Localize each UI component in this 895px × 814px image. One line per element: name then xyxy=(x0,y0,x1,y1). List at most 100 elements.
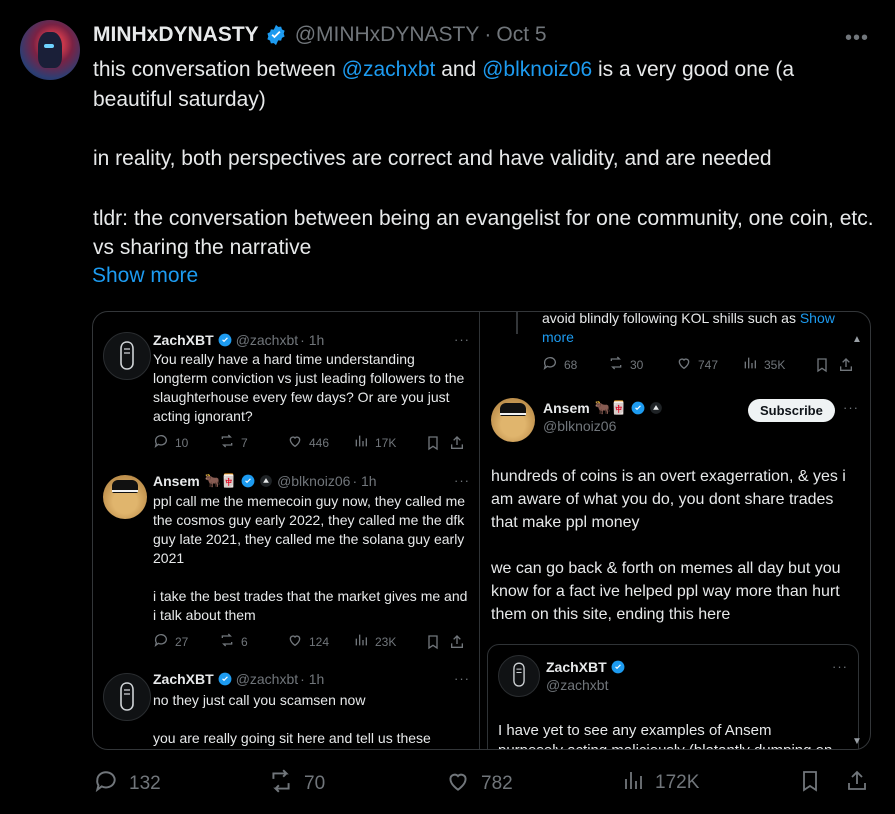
avatar-visor xyxy=(44,44,54,48)
reply-action: 68 xyxy=(542,355,608,374)
post-time: · 1h xyxy=(300,332,325,348)
more-options-icon: ··· xyxy=(832,659,848,674)
reply-count: 132 xyxy=(129,773,161,794)
verified-badge-icon xyxy=(631,401,645,415)
view-count: 17K xyxy=(375,435,397,450)
views-icon xyxy=(353,632,369,651)
mention-blknoiz06[interactable]: @blknoiz06 xyxy=(482,58,592,81)
pane-divider xyxy=(479,312,480,749)
tweet-body: this conversation between @zachxbt and @… xyxy=(93,55,878,263)
zachxbt-avatar xyxy=(498,655,540,697)
verified-badge-icon xyxy=(218,333,232,347)
repost-count: 30 xyxy=(630,357,644,372)
author-avatar[interactable] xyxy=(20,20,80,80)
repost-icon xyxy=(608,355,624,374)
tweet-actions: 132 70 782 172K xyxy=(93,768,873,798)
author-handle[interactable]: @MINHxDYNASTY xyxy=(295,23,480,47)
header-separator: · xyxy=(484,23,492,46)
affiliate-badge-icon xyxy=(259,474,273,488)
views-action: 17K xyxy=(353,433,425,452)
post-paragraph: you are really going sit here and tell u… xyxy=(153,730,431,746)
heart-icon xyxy=(445,768,471,800)
more-options-icon: ··· xyxy=(454,671,470,686)
post-author-handle: @blknoiz06 xyxy=(543,418,617,434)
like-count: 747 xyxy=(698,357,719,372)
post-actions: 68 30 747 35K xyxy=(542,355,862,374)
post-text: I have yet to see any examples of Ansem … xyxy=(498,721,848,749)
scroll-down-arrow-icon: ▼ xyxy=(852,736,862,747)
post-handle-row: @zachxbt xyxy=(546,677,608,693)
bookmark-icon xyxy=(425,435,449,451)
post-author-name: ZachXBT xyxy=(153,332,214,348)
zachxbt-avatar xyxy=(103,673,151,721)
ansem-avatar xyxy=(103,475,147,519)
verified-badge-icon xyxy=(218,672,232,686)
like-action: 747 xyxy=(676,355,742,374)
view-count: 35K xyxy=(764,357,786,372)
post-author-name: ZachXBT xyxy=(546,659,607,675)
reply-icon xyxy=(542,355,558,374)
post-text: You really have a hard time understandin… xyxy=(153,351,465,424)
repost-button[interactable]: 70 xyxy=(268,768,325,800)
tweet-paragraph-3: tldr: the conversation between being an … xyxy=(93,206,874,260)
emoji-badges: 🐂🀄 xyxy=(594,400,628,415)
view-count: 172K xyxy=(655,772,700,793)
post-time: · 1h xyxy=(352,473,377,489)
text-segment: and xyxy=(435,58,483,81)
verified-badge-icon xyxy=(241,474,255,488)
text-segment: this conversation between xyxy=(93,58,342,81)
post-time: · 1h xyxy=(300,671,325,687)
post-header: Ansem 🐂🀄 @blknoiz06 · 1h xyxy=(153,473,377,489)
zachxbt-avatar xyxy=(103,332,151,380)
like-count: 124 xyxy=(309,634,330,649)
reply-action: 10 xyxy=(153,433,219,452)
share-button[interactable] xyxy=(845,768,869,800)
share-icon xyxy=(449,435,465,451)
like-count: 782 xyxy=(481,773,513,794)
like-button[interactable]: 782 xyxy=(445,768,513,800)
post-text: hundreds of coins is an overt exagerrati… xyxy=(491,465,856,626)
repost-action: 30 xyxy=(608,355,676,374)
more-options-icon[interactable]: ••• xyxy=(845,27,869,50)
reply-icon xyxy=(153,632,169,651)
reply-icon xyxy=(153,433,169,452)
tweet-paragraph-2: in reality, both perspectives are correc… xyxy=(93,147,772,170)
views-button[interactable]: 172K xyxy=(621,768,699,798)
bookmark-icon xyxy=(814,357,838,373)
views-action: 35K xyxy=(742,355,814,374)
repost-count: 7 xyxy=(241,435,248,450)
reply-count: 27 xyxy=(175,634,189,649)
repost-count: 6 xyxy=(241,634,248,649)
show-more-link: more xyxy=(542,329,574,345)
post-header: ZachXBT @zachxbt · 1h xyxy=(153,332,324,348)
reply-button[interactable]: 132 xyxy=(93,768,161,800)
embedded-screenshot[interactable]: ZachXBT @zachxbt · 1h ··· You really hav… xyxy=(92,311,871,750)
reply-count: 68 xyxy=(564,357,578,372)
post-header: Ansem 🐂🀄 xyxy=(543,400,663,416)
mention-zachxbt[interactable]: @zachxbt xyxy=(342,58,436,81)
show-more-link[interactable]: Show more xyxy=(92,264,198,288)
repost-action: 6 xyxy=(219,632,287,651)
post-actions: 10 7 446 17K xyxy=(153,433,471,452)
reply-count: 10 xyxy=(175,435,189,450)
emoji-badges: 🐂🀄 xyxy=(204,473,238,488)
post-paragraph: i take the best trades that the market g… xyxy=(153,588,468,623)
subscribe-button: Subscribe xyxy=(748,399,835,422)
share-icon xyxy=(838,357,854,373)
post-text: ppl call me the memecoin guy now, they c… xyxy=(153,492,471,625)
repost-count: 70 xyxy=(304,773,326,794)
tweet-date[interactable]: Oct 5 xyxy=(496,23,546,47)
scroll-up-arrow-icon: ▲ xyxy=(852,334,862,345)
author-name[interactable]: MINHxDYNASTY xyxy=(93,23,259,47)
tweet-paragraph-1: this conversation between @zachxbt and @… xyxy=(93,55,878,114)
more-options-icon: ··· xyxy=(454,473,470,488)
post-actions: 27 6 124 23K xyxy=(153,632,471,651)
bookmark-button[interactable] xyxy=(798,768,822,800)
bookmark-icon xyxy=(798,768,822,800)
post-paragraph: hundreds of coins is an overt exagerrati… xyxy=(491,468,846,531)
right-thread-pane: avoid blindly following KOL shills such … xyxy=(481,312,870,749)
heart-icon xyxy=(287,632,303,651)
post-text: avoid blindly following KOL shills such … xyxy=(542,312,862,347)
like-action: 124 xyxy=(287,632,353,651)
post-author-handle: @zachxbt xyxy=(546,677,609,693)
